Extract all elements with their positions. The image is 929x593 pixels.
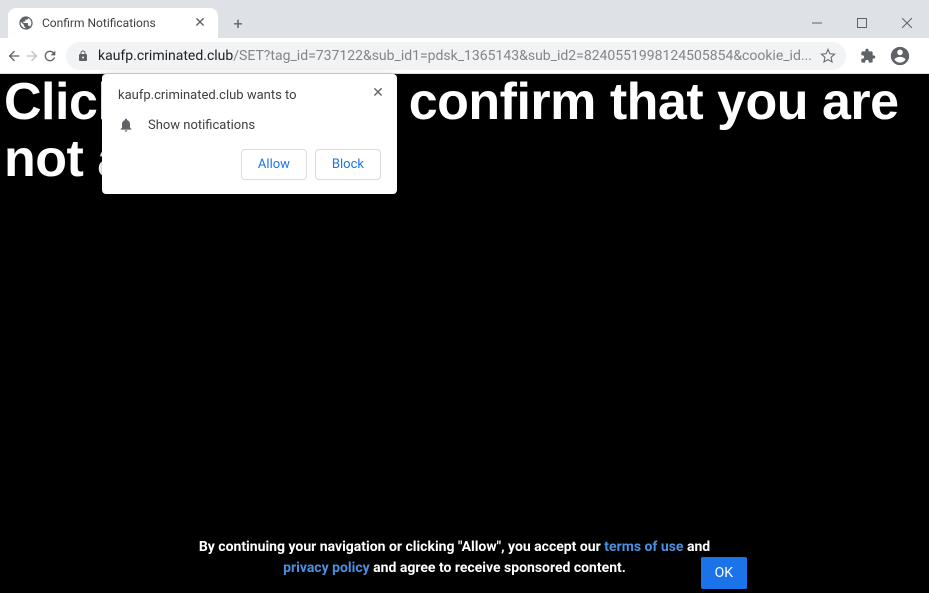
notification-permission-popup: ✕ kaufp.criminated.club wants to Show no…: [102, 74, 397, 194]
privacy-policy-link[interactable]: privacy policy: [283, 560, 370, 576]
back-button[interactable]: [6, 40, 22, 72]
new-tab-button[interactable]: +: [224, 9, 252, 37]
tab-strip: Confirm Notifications ✕ +: [0, 8, 929, 38]
window-close-button[interactable]: [884, 8, 929, 38]
tab-close-icon[interactable]: ✕: [192, 15, 208, 31]
terms-of-use-link[interactable]: terms of use: [604, 539, 683, 555]
cookie-banner: By continuing your navigation or clickin…: [0, 536, 929, 579]
popup-buttons: Allow Block: [118, 149, 381, 180]
window-titlebar: [0, 0, 929, 8]
tab-title: Confirm Notifications: [42, 16, 184, 30]
url-host: kaufp.criminated.club: [98, 48, 233, 64]
block-button[interactable]: Block: [315, 149, 381, 180]
lock-icon: [76, 49, 90, 63]
minimize-button[interactable]: [794, 8, 839, 38]
address-bar[interactable]: kaufp.criminated.club/SET?tag_id=737122&…: [66, 42, 846, 70]
browser-toolbar: kaufp.criminated.club/SET?tag_id=737122&…: [0, 38, 929, 74]
cookie-text: By continuing your navigation or clickin…: [199, 539, 710, 577]
extensions-icon[interactable]: [854, 42, 882, 70]
reload-button[interactable]: [42, 40, 58, 72]
bell-icon: [118, 117, 134, 133]
kebab-menu-icon[interactable]: ⋮: [918, 42, 929, 70]
url-path: /SET?tag_id=737122&sub_id1=pdsk_1365143&…: [233, 48, 812, 64]
toolbar-actions: ⋮: [854, 42, 929, 70]
bookmark-star-icon[interactable]: [820, 48, 836, 64]
forward-button[interactable]: [24, 40, 40, 72]
allow-button[interactable]: Allow: [241, 149, 307, 180]
cookie-and: and: [683, 539, 710, 555]
cookie-text-before: By continuing your navigation or clickin…: [199, 539, 604, 555]
globe-icon: [18, 15, 34, 31]
popup-permission-label: Show notifications: [148, 118, 255, 133]
cookie-ok-button[interactable]: OK: [701, 557, 747, 589]
cookie-text-after: and agree to receive sponsored content.: [370, 560, 626, 576]
browser-tab[interactable]: Confirm Notifications ✕: [8, 8, 218, 38]
popup-header: kaufp.criminated.club wants to: [118, 88, 381, 103]
url-text: kaufp.criminated.club/SET?tag_id=737122&…: [98, 48, 812, 64]
popup-permission-row: Show notifications: [118, 117, 381, 133]
maximize-button[interactable]: [839, 8, 884, 38]
window-controls: [794, 8, 929, 38]
profile-avatar-icon[interactable]: [886, 42, 914, 70]
popup-close-icon[interactable]: ✕: [369, 84, 387, 102]
